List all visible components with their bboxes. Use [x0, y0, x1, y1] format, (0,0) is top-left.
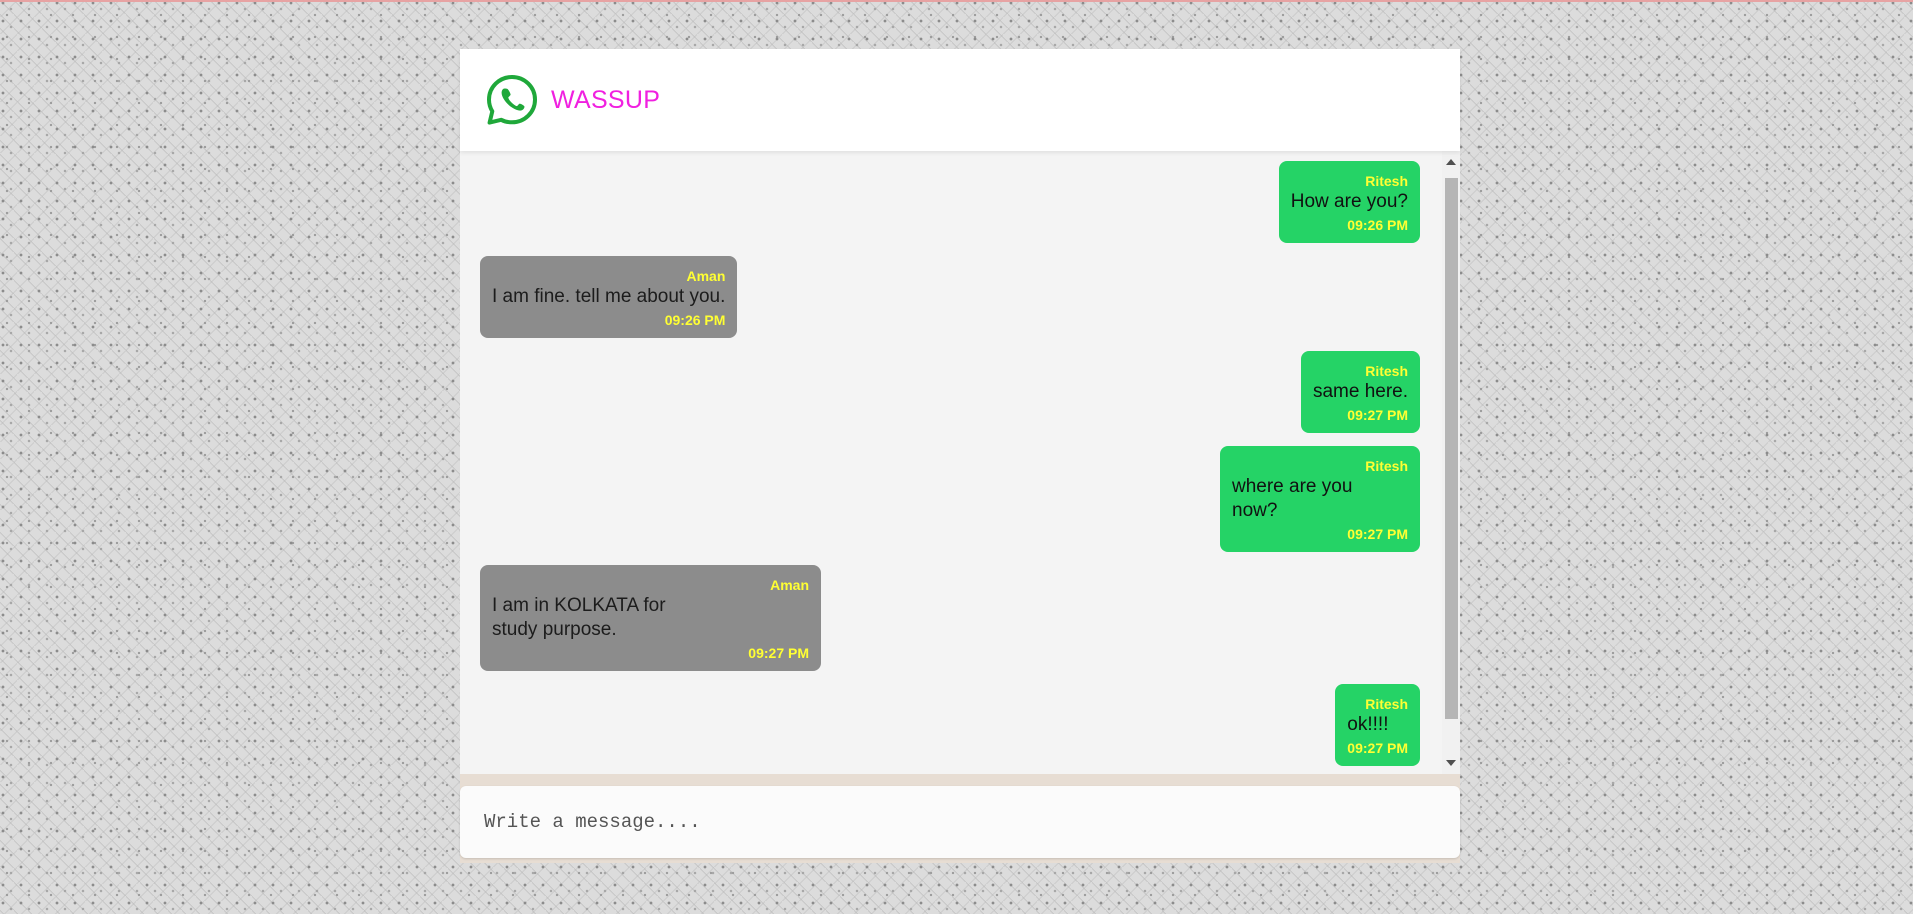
message-time: 09:27 PM: [748, 645, 809, 661]
chat-app: WASSUP Ritesh How are you? 09:26 PM Aman…: [460, 49, 1460, 863]
message-row: Ritesh How are you? 09:26 PM: [460, 161, 1442, 243]
message-text: I am fine. tell me about you.: [492, 286, 726, 307]
message-row: Ritesh same here. 09:27 PM: [460, 351, 1442, 433]
message-bubble-received: Aman I am in KOLKATA for study purpose. …: [480, 565, 821, 671]
message-text: same here.: [1312, 381, 1408, 402]
message-composer: [460, 774, 1460, 863]
message-sender: Ritesh: [1365, 173, 1408, 189]
message-time: 09:26 PM: [664, 312, 726, 328]
message-input[interactable]: [460, 786, 1460, 858]
message-time: 09:27 PM: [1347, 407, 1408, 423]
whatsapp-logo-icon: [485, 73, 539, 127]
message-input-container: [460, 786, 1460, 858]
scroll-down-arrow-icon[interactable]: [1446, 760, 1456, 766]
message-sender: Aman: [770, 577, 809, 593]
message-row: Aman I am fine. tell me about you. 09:26…: [460, 256, 1442, 338]
top-border: [0, 0, 1913, 2]
message-time: 09:27 PM: [1347, 740, 1408, 756]
message-time: 09:27 PM: [1347, 526, 1408, 542]
message-sender: Ritesh: [1365, 363, 1408, 379]
message-list: Ritesh How are you? 09:26 PM Aman I am f…: [460, 151, 1442, 774]
message-text: ok!!!!: [1347, 714, 1389, 735]
message-row: Ritesh where are you now? 09:27 PM: [460, 446, 1442, 552]
message-time: 09:26 PM: [1347, 217, 1408, 233]
message-sender: Ritesh: [1365, 458, 1408, 474]
message-bubble-sent: Ritesh same here. 09:27 PM: [1300, 351, 1420, 433]
message-row: Ritesh ok!!!! 09:27 PM: [460, 684, 1442, 766]
app-header: WASSUP: [460, 49, 1460, 151]
message-row: Aman I am in KOLKATA for study purpose. …: [460, 565, 1442, 671]
message-sender: Ritesh: [1365, 696, 1408, 712]
message-text: where are you now?: [1232, 476, 1353, 521]
message-scrollbar[interactable]: [1442, 151, 1460, 774]
message-panel[interactable]: Ritesh How are you? 09:26 PM Aman I am f…: [460, 151, 1460, 774]
scrollbar-thumb[interactable]: [1445, 178, 1458, 719]
message-text: I am in KOLKATA for study purpose.: [492, 595, 666, 640]
message-bubble-sent: Ritesh How are you? 09:26 PM: [1278, 161, 1420, 243]
scroll-up-arrow-icon[interactable]: [1446, 159, 1456, 165]
message-bubble-received: Aman I am fine. tell me about you. 09:26…: [480, 256, 738, 338]
app-title: WASSUP: [551, 85, 661, 114]
message-sender: Aman: [686, 268, 726, 284]
message-bubble-sent: Ritesh ok!!!! 09:27 PM: [1335, 684, 1420, 766]
message-bubble-sent: Ritesh where are you now? 09:27 PM: [1220, 446, 1420, 552]
message-text: How are you?: [1290, 191, 1408, 212]
